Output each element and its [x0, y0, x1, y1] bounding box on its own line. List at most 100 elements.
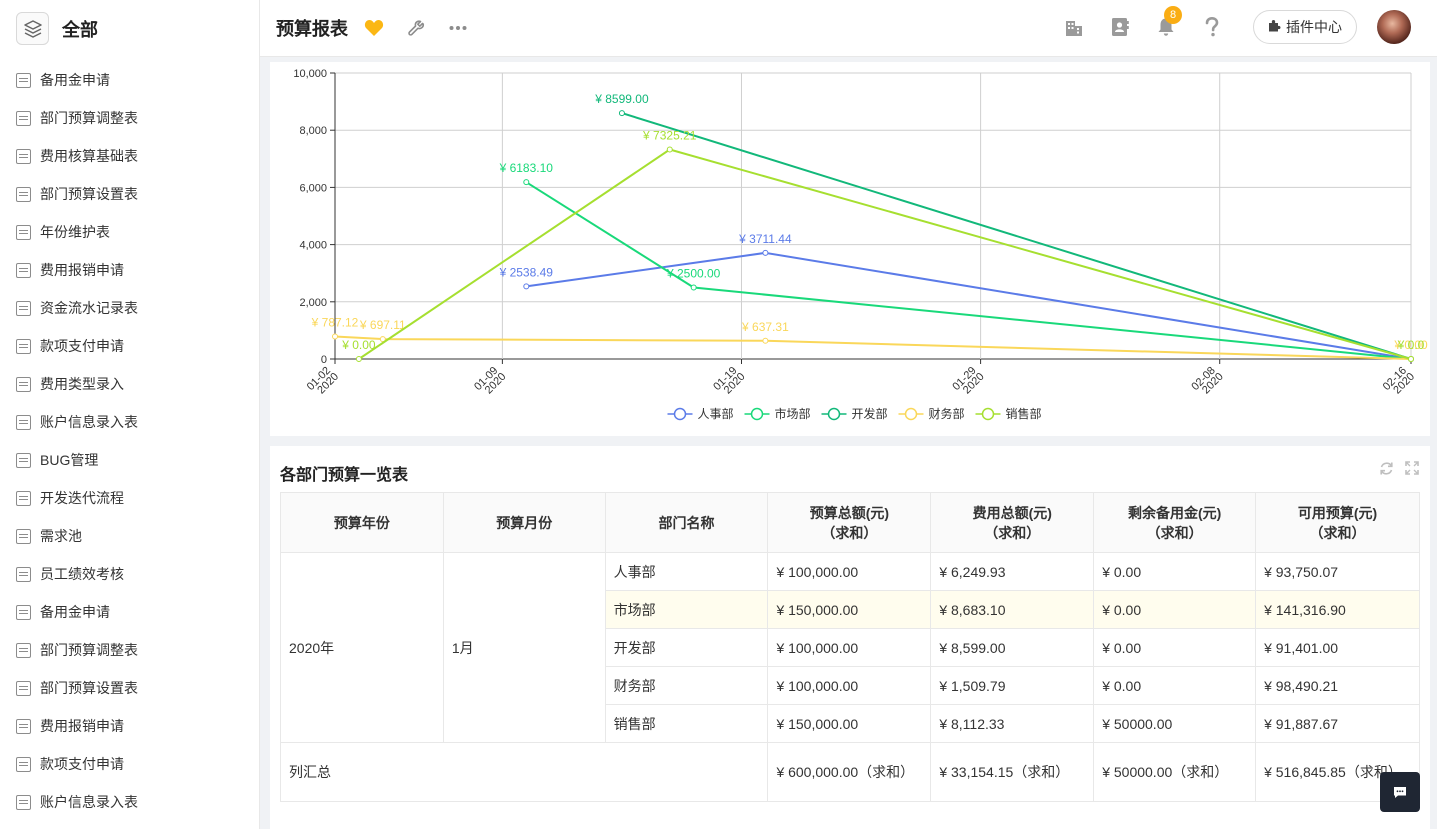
cell-reserve: ¥ 50000.00: [1093, 704, 1257, 743]
cell-year: 2020年: [280, 552, 444, 743]
sidebar-item[interactable]: 费用报销申请: [0, 251, 259, 289]
data-point: [762, 249, 769, 256]
form-icon: [16, 528, 31, 544]
col-header-year[interactable]: 预算年份: [280, 492, 444, 553]
y-tick-label: 8,000: [299, 125, 327, 137]
col-header-expense[interactable]: 费用总额(元) （求和）: [930, 492, 1095, 553]
sidebar-item-label: 开发迭代流程: [40, 490, 124, 506]
data-point: [618, 110, 625, 117]
contacts-icon[interactable]: [1109, 16, 1131, 38]
series-line: [526, 251, 1412, 360]
legend-label: 人事部: [698, 406, 734, 421]
sidebar-item[interactable]: 费用报销申请: [0, 707, 259, 745]
col-header-budget[interactable]: 预算总额(元) （求和）: [767, 492, 932, 553]
legend-swatch: [904, 407, 918, 421]
refresh-icon[interactable]: [1378, 460, 1394, 476]
sidebar-item[interactable]: 账户信息录入表: [0, 403, 259, 441]
layers-icon[interactable]: [16, 12, 49, 45]
data-label: ¥ 0.0: [1397, 338, 1425, 352]
sidebar-item-label: 部门预算调整表: [40, 642, 138, 658]
form-icon: [16, 490, 31, 506]
data-point: [355, 356, 362, 362]
form-icon: [16, 148, 31, 164]
data-label: ¥ 7325.21: [642, 128, 697, 142]
cell-expense: ¥ 8,599.00: [930, 628, 1095, 667]
sidebar-item-label: 款项支付申请: [40, 338, 124, 354]
cell-total-label: 列汇总: [279, 742, 769, 802]
sidebar-item[interactable]: BUG管理: [0, 441, 259, 479]
cell-dept: 市场部: [604, 590, 769, 629]
sidebar-item[interactable]: 部门预算设置表: [0, 175, 259, 213]
series-line: [525, 181, 1412, 360]
sidebar-item-label: 资金流水记录表: [40, 300, 138, 316]
sidebar-item-label: BUG管理: [40, 452, 99, 468]
sidebar-item[interactable]: 部门预算调整表: [0, 99, 259, 137]
help-icon[interactable]: [1201, 16, 1223, 38]
cell-available: ¥ 98,490.21: [1255, 666, 1420, 705]
header-actions: 8 插件中心: [1063, 6, 1411, 44]
sidebar-item[interactable]: 部门预算调整表: [0, 631, 259, 669]
sidebar-item-label: 备用金申请: [40, 72, 110, 88]
data-point: [1408, 356, 1414, 362]
budget-line-chart-card: 10,000 8,000 6,000 4,000 2,000 0 01-02 2020 01-0…: [270, 62, 1430, 436]
y-tick-label: 6,000: [299, 182, 327, 194]
plugin-center-label: 插件中心: [1286, 19, 1342, 35]
cell-expense: ¥ 6,249.93: [930, 552, 1095, 591]
cell-expense: ¥ 1,509.79: [930, 666, 1095, 705]
sidebar-item[interactable]: 员工绩效考核: [0, 555, 259, 593]
sidebar-item[interactable]: 费用核算基础表: [0, 137, 259, 175]
bell-icon[interactable]: 8: [1155, 6, 1182, 38]
form-icon: [16, 110, 31, 126]
plugin-center-button[interactable]: 插件中心: [1253, 10, 1357, 44]
more-icon[interactable]: [448, 18, 468, 38]
page-header: 预算报表 8 插件中心: [260, 0, 1437, 57]
sidebar-item[interactable]: 费用类型录入: [0, 365, 259, 403]
form-icon: [16, 72, 31, 88]
avatar[interactable]: [1377, 10, 1411, 44]
sidebar-item-label: 账户信息录入表: [40, 414, 138, 430]
form-icon: [16, 186, 31, 202]
cell-budget: ¥ 100,000.00: [767, 666, 932, 705]
sidebar-item[interactable]: 款项支付申请: [0, 745, 259, 783]
favorite-icon[interactable]: [364, 18, 384, 38]
form-icon: [16, 680, 31, 696]
wrench-icon[interactable]: [406, 18, 426, 38]
sidebar-item-label: 费用核算基础表: [40, 148, 138, 164]
sidebar-item[interactable]: 备用金申请: [0, 593, 259, 631]
form-icon: [16, 376, 31, 392]
data-point: [666, 146, 673, 153]
table-title: 各部门预算一览表: [280, 467, 409, 484]
sidebar-item[interactable]: 备用金申请: [0, 61, 259, 99]
sidebar-item[interactable]: 部门预算设置表: [0, 669, 259, 707]
sidebar-item[interactable]: 账户信息录入表: [0, 783, 259, 821]
chat-button[interactable]: [1380, 772, 1420, 812]
sidebar-item-label: 部门预算设置表: [40, 680, 138, 696]
cell-dept: 开发部: [604, 628, 769, 667]
sidebar-item[interactable]: 需求池: [0, 517, 259, 555]
col-header-dept[interactable]: 部门名称: [604, 492, 769, 553]
legend-label: 财务部: [929, 406, 965, 421]
data-label: ¥ 637.31: [741, 320, 789, 334]
form-icon: [16, 414, 31, 430]
cell-expense: ¥ 8,112.33: [930, 704, 1095, 743]
form-icon: [16, 756, 31, 772]
sidebar-item[interactable]: 款项支付申请: [0, 327, 259, 365]
cell-total-expense: ¥ 33,154.15（求和）: [930, 742, 1095, 802]
budget-line-chart: 10,0008,0006,0004,0002,000001-022020 01-0…: [293, 68, 1428, 421]
sidebar-item[interactable]: 资金流水记录表: [0, 289, 259, 327]
col-header-available[interactable]: 可用预算(元) （求和）: [1255, 492, 1420, 553]
sidebar-item[interactable]: 年份维护表: [0, 213, 259, 251]
sidebar-item-label: 款项支付申请: [40, 756, 124, 772]
col-header-month[interactable]: 预算月份: [442, 492, 606, 553]
sidebar-title: 全部: [62, 19, 98, 40]
y-tick-label: 4,000: [299, 240, 327, 252]
data-label: ¥ 8599.00: [594, 92, 649, 106]
col-header-reserve[interactable]: 剩余备用金(元) （求和）: [1093, 492, 1257, 553]
cell-dept: 销售部: [604, 704, 769, 743]
sidebar-item-label: 费用报销申请: [40, 718, 124, 734]
data-point: [523, 283, 530, 290]
building-icon[interactable]: [1063, 16, 1085, 38]
sidebar-item[interactable]: 开发迭代流程: [0, 479, 259, 517]
fullscreen-icon[interactable]: [1404, 460, 1420, 476]
series-line: [334, 335, 1412, 360]
